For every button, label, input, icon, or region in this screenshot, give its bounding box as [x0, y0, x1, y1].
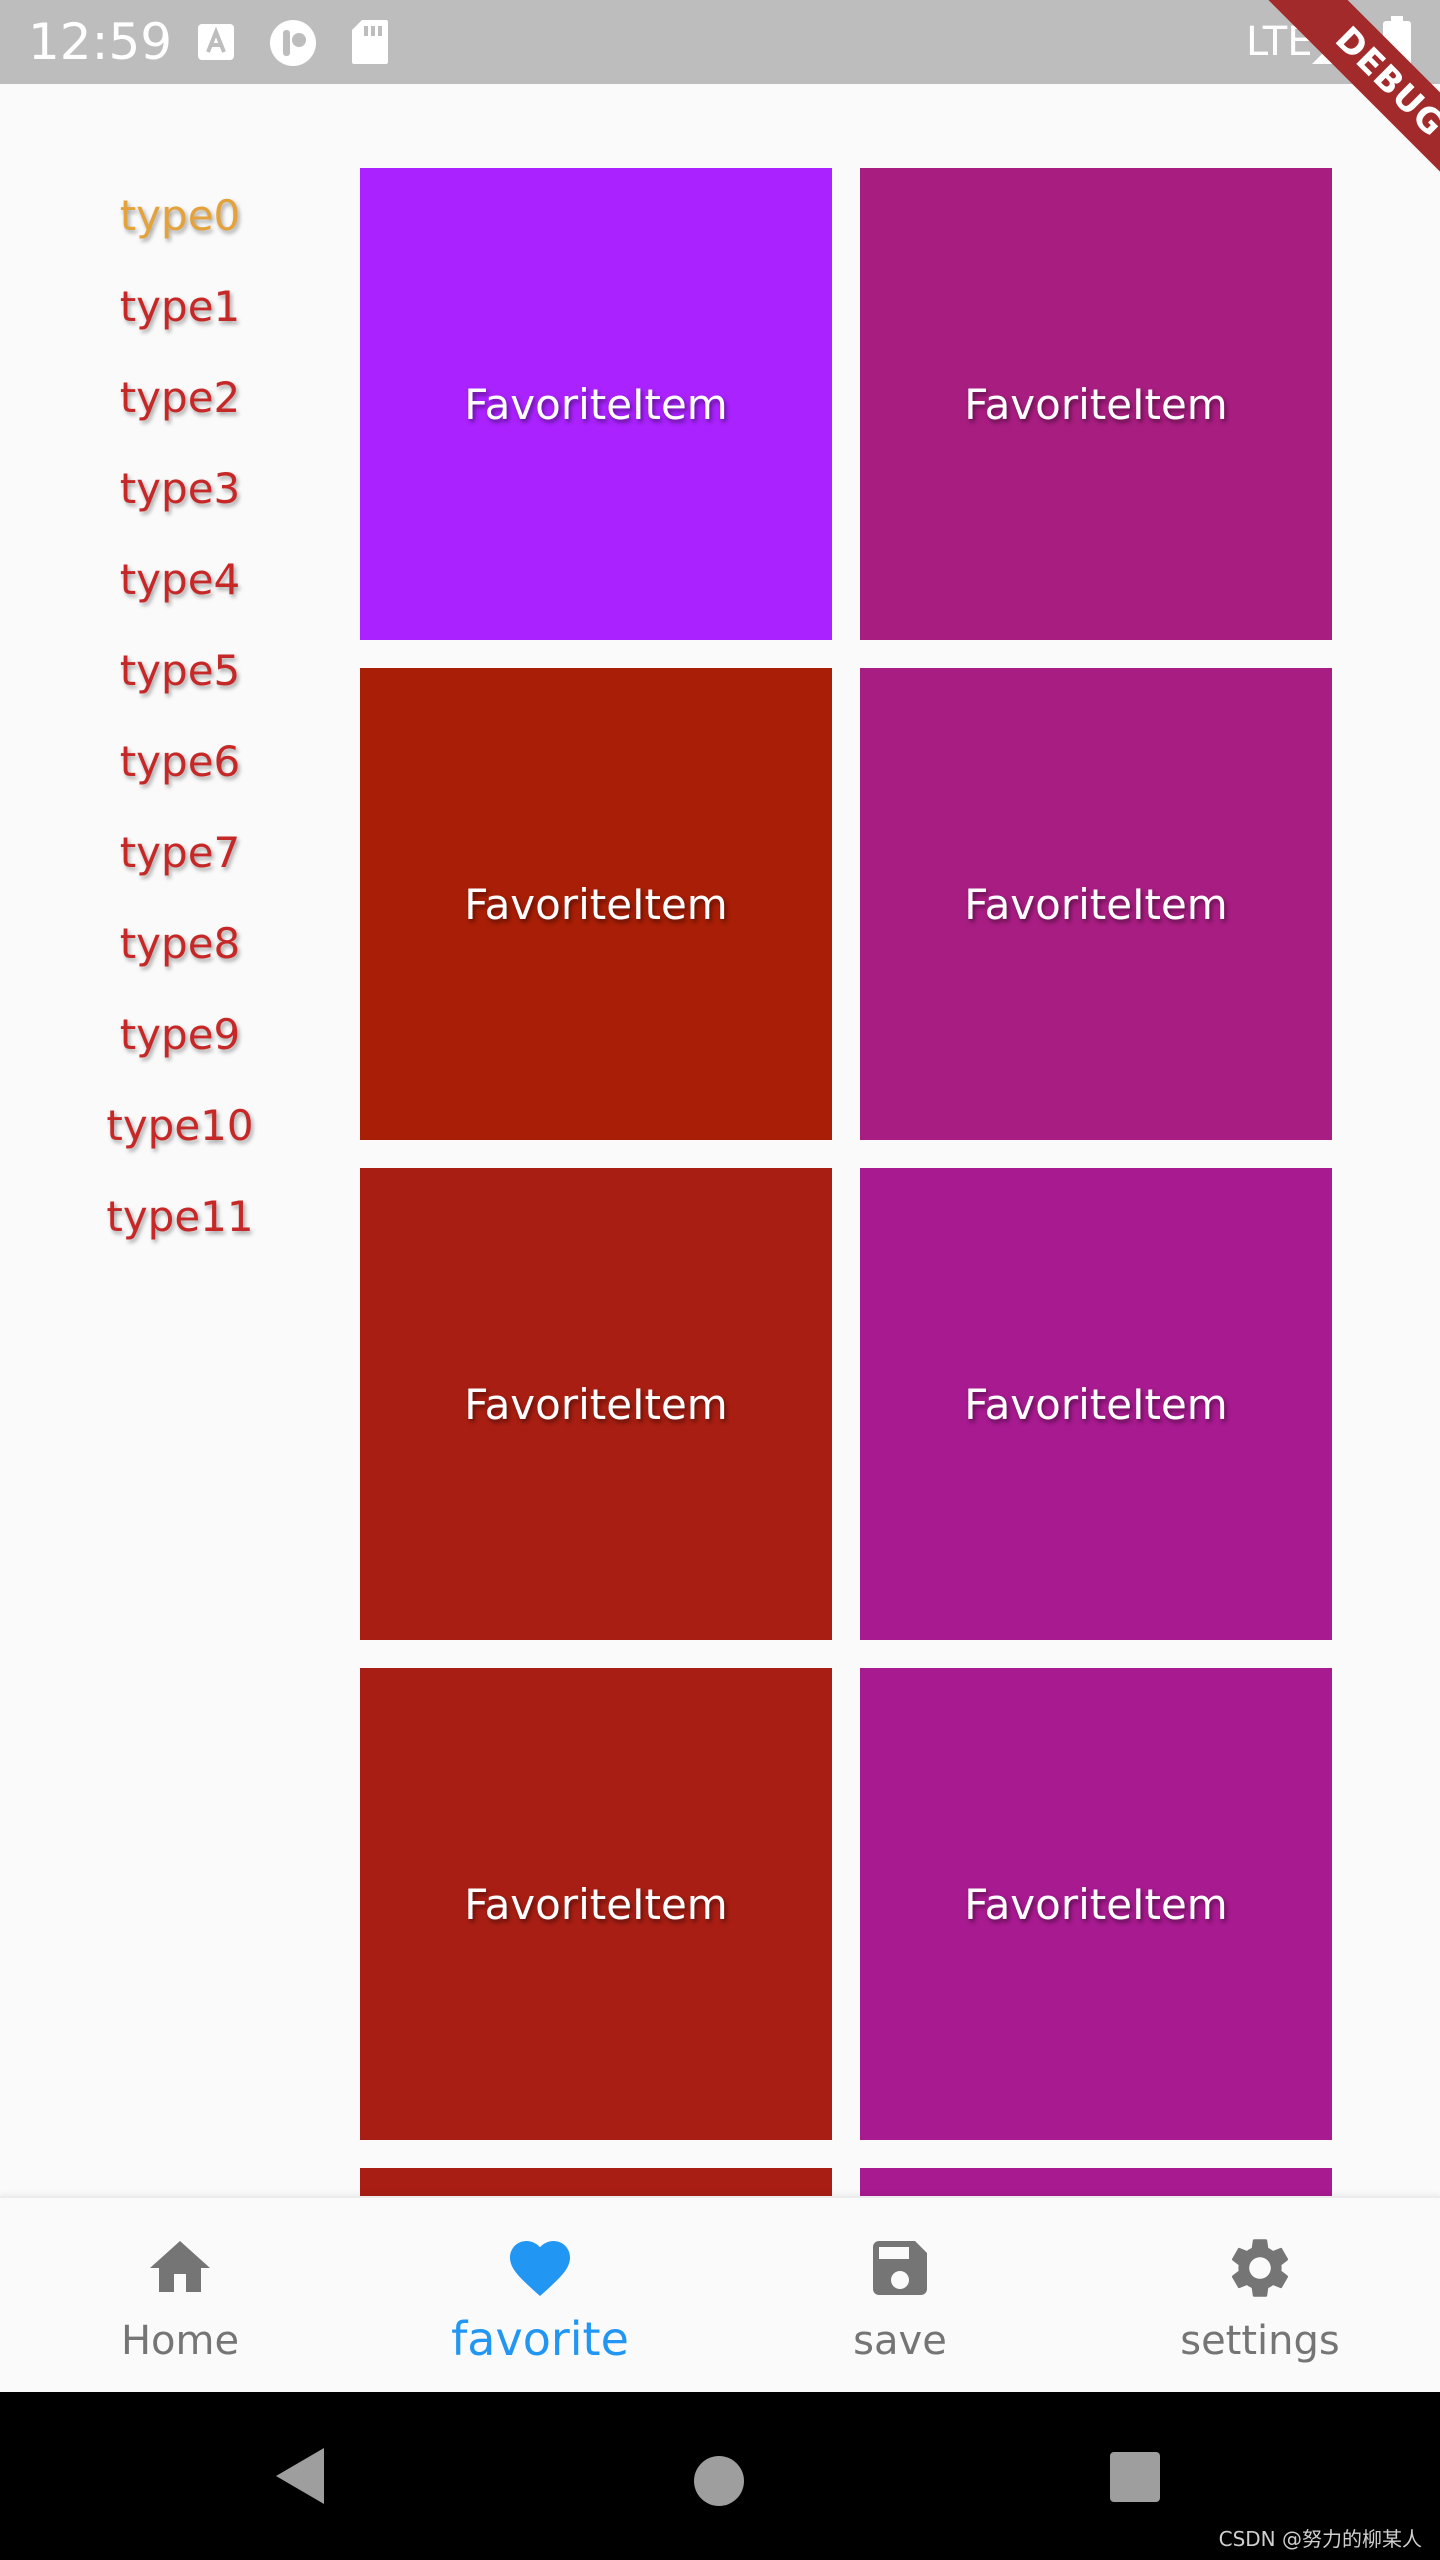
- bottom-navigation: Home favorite save settings: [0, 2196, 1440, 2392]
- status-bar: 12:59 LTE: [0, 0, 1440, 84]
- gear-icon: [1231, 2239, 1289, 2297]
- type-list-item[interactable]: type8: [0, 898, 360, 989]
- favorite-grid: FavoriteItem FavoriteItem FavoriteItem Favo…: [360, 168, 1332, 2196]
- favorite-item-tile[interactable]: FavoriteItem: [360, 1668, 832, 2140]
- home-icon: [150, 2241, 210, 2292]
- favorite-item-tile[interactable]: FavoriteItem: [860, 1668, 1332, 2140]
- nav-item-save[interactable]: save: [720, 2198, 1080, 2394]
- status-time: 12:59: [28, 13, 173, 71]
- favorite-item-label: FavoriteItem: [964, 879, 1228, 929]
- type-list: type0 type1 type2 type3 type4 type5 type6 type7…: [0, 170, 360, 1262]
- back-icon[interactable]: [272, 2444, 328, 2508]
- app-screen: 12:59 LTE DEBUG type0 type1 type2 type3 type…: [0, 0, 1440, 2560]
- type-list-item[interactable]: type9: [0, 989, 360, 1080]
- type-list-item[interactable]: type5: [0, 625, 360, 716]
- nav-item-home[interactable]: Home: [0, 2198, 360, 2394]
- favorite-item-label: FavoriteItem: [964, 379, 1228, 429]
- favorite-item-tile[interactable]: FavoriteItem: [860, 168, 1332, 640]
- favorite-item-label: FavoriteItem: [964, 1379, 1228, 1429]
- favorite-item-label: FavoriteItem: [464, 879, 728, 929]
- favorite-item-tile[interactable]: FavoriteItem: [860, 1168, 1332, 1640]
- save-icon: [873, 2241, 927, 2295]
- home-circle-icon[interactable]: [692, 2454, 746, 2508]
- type-list-item[interactable]: type0: [0, 170, 360, 261]
- favorite-item-label: FavoriteItem: [464, 1879, 728, 1929]
- nav-item-favorite[interactable]: favorite: [360, 2198, 720, 2394]
- nav-label-save: save: [853, 2318, 947, 2364]
- favorite-item-tile[interactable]: FavoriteItem: [860, 668, 1332, 1140]
- favorite-item-label: FavoriteItem: [464, 379, 728, 429]
- recents-icon[interactable]: [1108, 2450, 1162, 2504]
- favorite-item-label: FavoriteItem: [964, 1879, 1228, 1929]
- favorite-item-tile[interactable]: FavoriteItem: [360, 168, 832, 640]
- nav-label-settings: settings: [1180, 2318, 1340, 2364]
- type-list-item[interactable]: type3: [0, 443, 360, 534]
- nav-label-favorite: favorite: [451, 2312, 629, 2366]
- type-list-item[interactable]: type7: [0, 807, 360, 898]
- type-list-item[interactable]: type10: [0, 1080, 360, 1171]
- nav-item-settings[interactable]: settings: [1080, 2198, 1440, 2394]
- watermark: CSDN @努力的柳某人: [1218, 2527, 1422, 2551]
- favorite-item-tile[interactable]: [360, 2168, 832, 2196]
- favorite-item-tile[interactable]: [860, 2168, 1332, 2196]
- sd-card-icon: [352, 20, 388, 64]
- a-icon: [198, 24, 234, 60]
- heart-icon: [510, 2241, 570, 2297]
- type-list-item[interactable]: type11: [0, 1171, 360, 1262]
- system-navigation-bar: CSDN @努力的柳某人: [0, 2392, 1440, 2560]
- nav-label-home: Home: [120, 2318, 240, 2364]
- type-list-item[interactable]: type2: [0, 352, 360, 443]
- favorite-item-tile[interactable]: FavoriteItem: [360, 1168, 832, 1640]
- type-list-item[interactable]: type6: [0, 716, 360, 807]
- favorite-item-tile[interactable]: FavoriteItem: [360, 668, 832, 1140]
- type-list-item[interactable]: type1: [0, 261, 360, 352]
- type-list-item[interactable]: type4: [0, 534, 360, 625]
- pocket-icon: [270, 20, 316, 66]
- favorite-item-label: FavoriteItem: [464, 1379, 728, 1429]
